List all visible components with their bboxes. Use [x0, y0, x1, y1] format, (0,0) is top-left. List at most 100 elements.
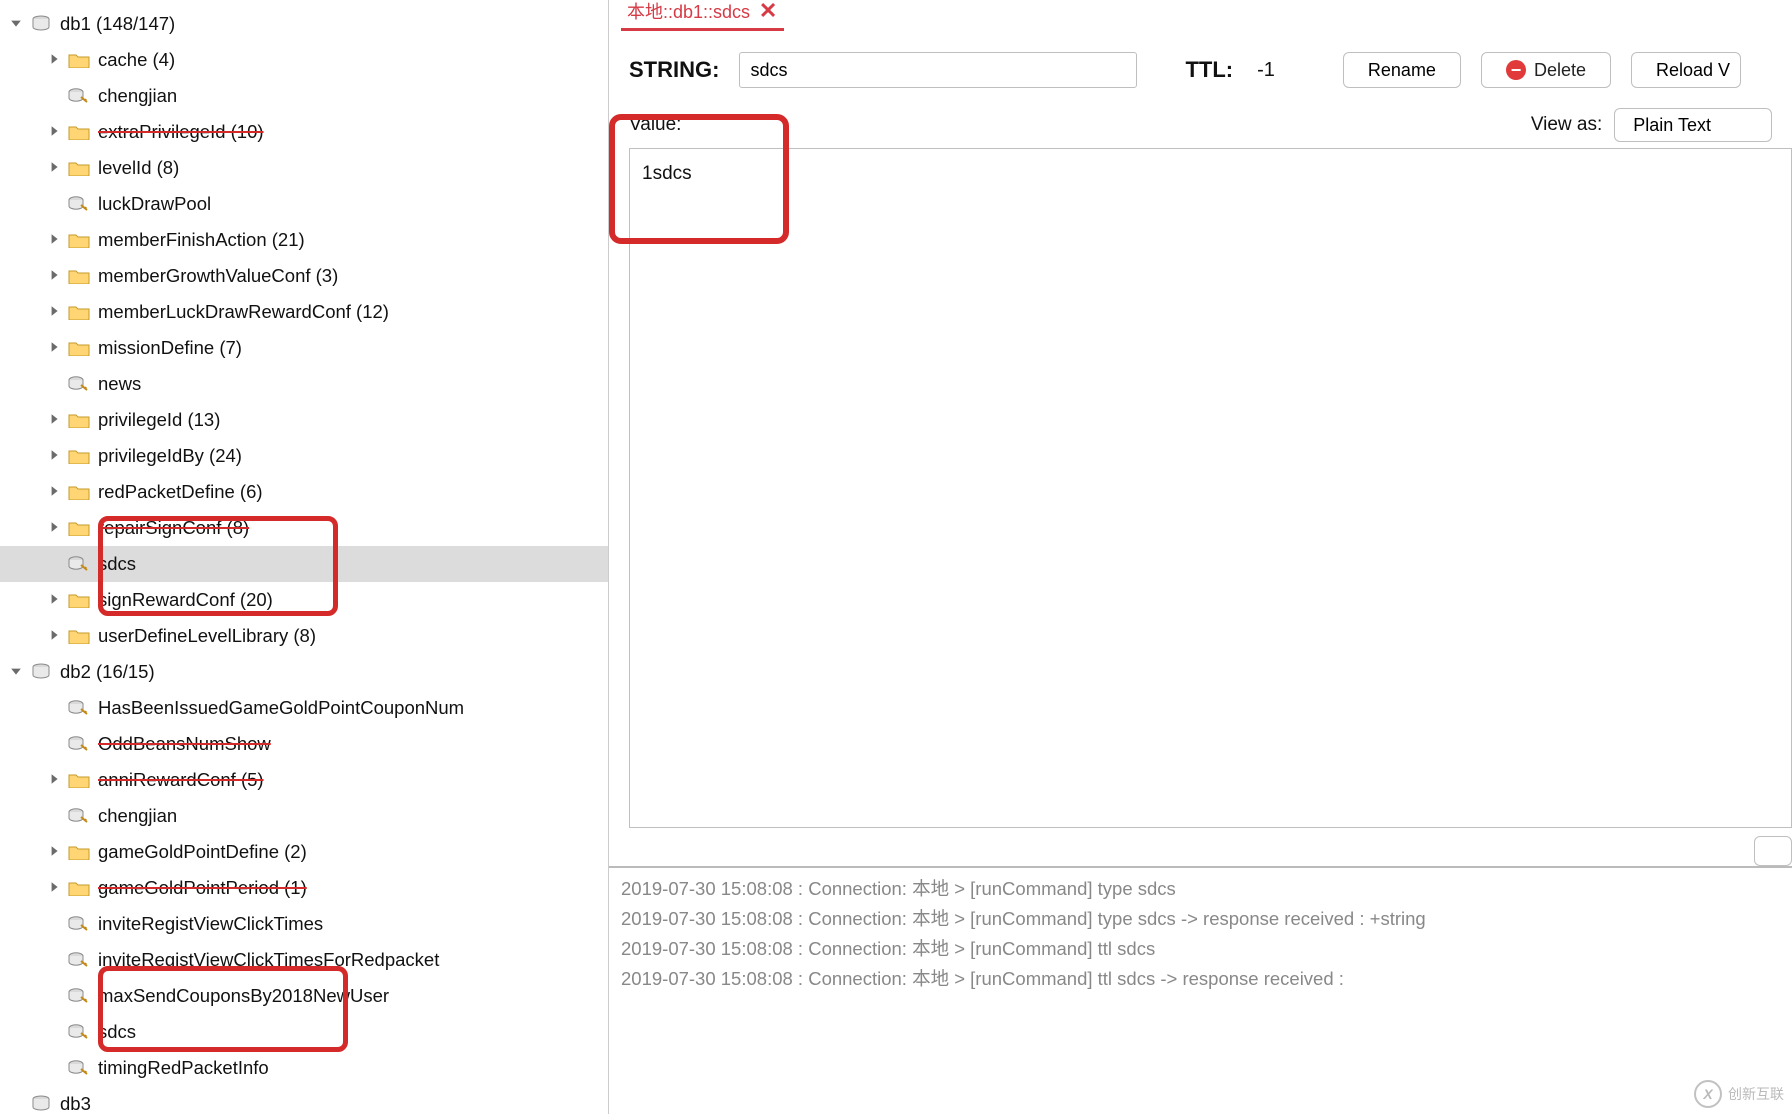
- delete-button[interactable]: − Delete: [1481, 52, 1611, 88]
- tree-key[interactable]: chengjian: [0, 798, 608, 834]
- tree-folder[interactable]: gameGoldPointDefine (2): [0, 834, 608, 870]
- folder-icon: [68, 51, 90, 69]
- tree-item-label: HasBeenIssuedGameGoldPointCouponNum: [98, 697, 464, 719]
- chevron-right-icon[interactable]: [48, 305, 62, 319]
- sidebar-tree[interactable]: db1 (148/147)cache (4)chengjianextraPriv…: [0, 0, 608, 1114]
- folder-icon: [68, 267, 90, 285]
- folder-icon: [68, 483, 90, 501]
- tree-folder[interactable]: gameGoldPointPeriod (1): [0, 870, 608, 906]
- tree-folder[interactable]: missionDefine (7): [0, 330, 608, 366]
- tree-key[interactable]: sdcs: [0, 546, 608, 582]
- tree-key[interactable]: HasBeenIssuedGameGoldPointCouponNum: [0, 690, 608, 726]
- chevron-right-icon[interactable]: [10, 1097, 24, 1111]
- delete-icon: −: [1506, 60, 1526, 80]
- chevron-right-icon: [48, 989, 62, 1003]
- view-as-label: View as:: [1531, 114, 1602, 136]
- chevron-right-icon: [48, 377, 62, 391]
- tree-folder[interactable]: cache (4): [0, 42, 608, 78]
- tree-key[interactable]: inviteRegistViewClickTimes: [0, 906, 608, 942]
- chevron-right-icon[interactable]: [48, 521, 62, 535]
- tree-item-label: news: [98, 373, 141, 395]
- folder-icon: [68, 303, 90, 321]
- chevron-right-icon: [48, 1061, 62, 1075]
- tree-folder[interactable]: extraPrivilegeId (10): [0, 114, 608, 150]
- tree-folder[interactable]: userDefineLevelLibrary (8): [0, 618, 608, 654]
- value-label: Value:: [629, 114, 681, 136]
- watermark: X 创新互联: [1694, 1080, 1784, 1108]
- chevron-right-icon: [48, 809, 62, 823]
- watermark-text: 创新互联: [1728, 1084, 1784, 1104]
- tree-item-label: privilegeIdBy (24): [98, 445, 242, 467]
- key-icon: [68, 699, 90, 717]
- folder-icon: [68, 771, 90, 789]
- tree-database[interactable]: db3: [0, 1086, 608, 1114]
- chevron-right-icon[interactable]: [48, 269, 62, 283]
- folder-icon: [68, 339, 90, 357]
- chevron-right-icon: [48, 737, 62, 751]
- tree-key[interactable]: OddBeansNumShow: [0, 726, 608, 762]
- rename-button[interactable]: Rename: [1343, 52, 1461, 88]
- key-icon: [68, 195, 90, 213]
- tree-folder[interactable]: privilegeIdBy (24): [0, 438, 608, 474]
- chevron-right-icon: [48, 953, 62, 967]
- tree-item-label: sdcs: [98, 1021, 136, 1043]
- tree-folder[interactable]: repairSignConf (8): [0, 510, 608, 546]
- tree-item-label: missionDefine (7): [98, 337, 242, 359]
- tree-folder[interactable]: levelId (8): [0, 150, 608, 186]
- tab-active[interactable]: 本地::db1::sdcs ✕: [621, 0, 784, 31]
- folder-icon: [68, 411, 90, 429]
- tree-item-label: luckDrawPool: [98, 193, 211, 215]
- log-console[interactable]: 2019-07-30 15:08:08 : Connection: 本地 > […: [609, 866, 1792, 1016]
- reload-button[interactable]: Reload V: [1631, 52, 1741, 88]
- view-as-select[interactable]: Plain Text: [1614, 108, 1772, 142]
- folder-icon: [68, 231, 90, 249]
- chevron-down-icon[interactable]: [10, 17, 24, 31]
- tree-item-label: signRewardConf (20): [98, 589, 273, 611]
- chevron-right-icon[interactable]: [48, 341, 62, 355]
- value-textarea[interactable]: 1sdcs: [629, 148, 1792, 828]
- chevron-down-icon[interactable]: [10, 665, 24, 679]
- tree-key[interactable]: inviteRegistViewClickTimesForRedpacket: [0, 942, 608, 978]
- key-icon: [68, 807, 90, 825]
- chevron-right-icon[interactable]: [48, 449, 62, 463]
- tree-item-label: levelId (8): [98, 157, 179, 179]
- tree-key[interactable]: luckDrawPool: [0, 186, 608, 222]
- small-action-button[interactable]: [1754, 836, 1792, 866]
- chevron-right-icon[interactable]: [48, 161, 62, 175]
- close-icon[interactable]: ✕: [758, 1, 778, 21]
- tree-item-label: userDefineLevelLibrary (8): [98, 625, 316, 647]
- chevron-right-icon[interactable]: [48, 233, 62, 247]
- tree-key[interactable]: maxSendCouponsBy2018NewUser: [0, 978, 608, 1014]
- chevron-right-icon: [48, 701, 62, 715]
- tree-folder[interactable]: memberLuckDrawRewardConf (12): [0, 294, 608, 330]
- database-icon: [30, 15, 52, 33]
- tree-folder[interactable]: memberFinishAction (21): [0, 222, 608, 258]
- tree-database[interactable]: db2 (16/15): [0, 654, 608, 690]
- tree-folder[interactable]: memberGrowthValueConf (3): [0, 258, 608, 294]
- chevron-right-icon[interactable]: [48, 593, 62, 607]
- tree-key[interactable]: timingRedPacketInfo: [0, 1050, 608, 1086]
- tree-database[interactable]: db1 (148/147): [0, 6, 608, 42]
- tree-key[interactable]: news: [0, 366, 608, 402]
- chevron-right-icon[interactable]: [48, 413, 62, 427]
- tree-item-label: gameGoldPointPeriod (1): [98, 877, 307, 899]
- chevron-right-icon[interactable]: [48, 485, 62, 499]
- chevron-right-icon[interactable]: [48, 125, 62, 139]
- tree-key[interactable]: sdcs: [0, 1014, 608, 1050]
- key-name-input[interactable]: [739, 52, 1137, 88]
- value-text: 1sdcs: [642, 163, 692, 184]
- tree-item-label: inviteRegistViewClickTimes: [98, 913, 323, 935]
- chevron-right-icon[interactable]: [48, 629, 62, 643]
- chevron-right-icon[interactable]: [48, 881, 62, 895]
- tree-item-label: memberGrowthValueConf (3): [98, 265, 338, 287]
- tree-folder[interactable]: redPacketDefine (6): [0, 474, 608, 510]
- tree-folder[interactable]: signRewardConf (20): [0, 582, 608, 618]
- chevron-right-icon[interactable]: [48, 845, 62, 859]
- tree-folder[interactable]: privilegeId (13): [0, 402, 608, 438]
- tree-item-label: db2 (16/15): [60, 661, 155, 683]
- tree-folder[interactable]: anniRewardConf (5): [0, 762, 608, 798]
- tree-key[interactable]: chengjian: [0, 78, 608, 114]
- chevron-right-icon[interactable]: [48, 53, 62, 67]
- key-icon: [68, 1059, 90, 1077]
- chevron-right-icon[interactable]: [48, 773, 62, 787]
